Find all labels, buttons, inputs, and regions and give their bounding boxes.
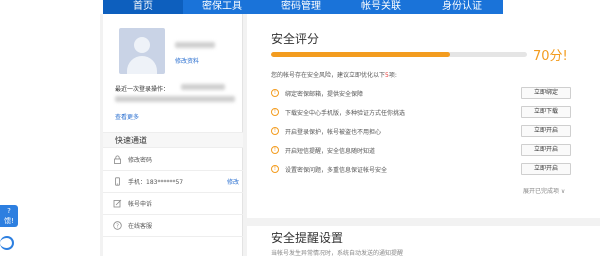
risk-intro-prefix: 您的帐号存在安全风险，建议立即优化以下 xyxy=(271,72,386,79)
risk-item-text: 下载安全中心手机版，多种验证方式任你挑选 xyxy=(285,109,406,117)
svg-text:?: ? xyxy=(116,223,119,229)
avatar-head-shape xyxy=(134,37,150,53)
sidebar: 修改资料 最近一次登录操作： 查看更多 快速通道 修改密码 手机：183****… xyxy=(103,14,243,256)
warning-icon: ! xyxy=(271,127,279,135)
quick-item-label: 在线客服 xyxy=(128,223,153,230)
enable-now-button[interactable]: 立即开启 xyxy=(521,125,571,137)
expand-completed-link[interactable]: 展开已完成项 ∨ xyxy=(523,186,565,195)
bind-now-button[interactable]: 立即绑定 xyxy=(521,87,571,99)
quick-item-change-password[interactable]: 修改密码 xyxy=(103,149,243,171)
warning-icon: ! xyxy=(271,108,279,116)
nav-item-identity[interactable]: 身份认证 xyxy=(421,0,503,14)
phone-icon xyxy=(113,177,122,186)
security-score-title: 安全评分 xyxy=(271,32,320,46)
top-navigation: 首页 密保工具 密码管理 帐号关联 身份认证 xyxy=(0,0,600,14)
nav-item-password[interactable]: 密码管理 xyxy=(261,0,341,14)
risk-item-login-protection: ! 开启登录保护，帐号被盗也不用担心 立即开启 xyxy=(271,124,571,138)
section-divider xyxy=(247,218,600,226)
nav-item-security-tools[interactable]: 密保工具 xyxy=(183,0,261,14)
warning-icon: ! xyxy=(271,89,279,97)
nav-bar: 首页 密保工具 密码管理 帐号关联 身份认证 xyxy=(103,0,503,14)
risk-item-text: 开启登录保护，帐号被盗也不用担心 xyxy=(285,128,382,136)
risk-intro-text: 您的帐号存在安全风险，建议立即优化以下5项: xyxy=(271,70,397,79)
risk-item-email: ! 绑定密保邮箱，提供安全保障 立即绑定 xyxy=(271,86,571,100)
enable-now-button[interactable]: 立即开启 xyxy=(521,163,571,175)
last-login-label: 最近一次登录操作： xyxy=(115,86,170,93)
modify-phone-link[interactable]: 修改 xyxy=(227,177,239,186)
warning-icon: ! xyxy=(271,146,279,154)
score-value: 70分! xyxy=(533,49,568,64)
help-icon: ? xyxy=(113,221,122,230)
quick-item-phone[interactable]: 手机：183******57 修改 xyxy=(103,171,243,193)
risk-item-text: 绑定密保邮箱，提供安全保障 xyxy=(285,90,364,98)
quick-item-online-service[interactable]: ? 在线客服 xyxy=(103,215,243,237)
quick-item-label: 手机：183******57 xyxy=(128,179,184,186)
quick-item-label: 帐号申诉 xyxy=(128,201,153,208)
avatar-body-shape xyxy=(127,56,157,74)
risk-item-mobile-app: ! 下载安全中心手机版，多种验证方式任你挑选 立即下载 xyxy=(271,105,571,119)
risk-intro-suffix: 项: xyxy=(388,72,397,79)
nav-item-home[interactable]: 首页 xyxy=(103,0,183,14)
edit-icon xyxy=(113,199,122,208)
feedback-float-button[interactable]: ? 馈! xyxy=(0,205,18,227)
quick-access-title: 快速通道 xyxy=(103,132,243,148)
risk-item-text: 设置密保问题，多重信息保证帐号安全 xyxy=(285,166,388,174)
quick-item-label: 修改密码 xyxy=(128,157,153,164)
view-more-link[interactable]: 查看更多 xyxy=(115,112,139,121)
main-panel: 安全评分 70分! 您的帐号存在安全风险，建议立即优化以下5项: ! 绑定密保邮… xyxy=(247,14,600,256)
risk-item-security-question: ! 设置密保问题，多重信息保证帐号安全 立即开启 xyxy=(271,162,571,176)
reminder-settings-title: 安全提醒设置 xyxy=(271,231,344,245)
float-circle-icon[interactable] xyxy=(0,236,14,250)
quick-item-appeal[interactable]: 帐号申诉 xyxy=(103,193,243,215)
download-now-button[interactable]: 立即下载 xyxy=(521,106,571,118)
enable-now-button[interactable]: 立即开启 xyxy=(521,144,571,156)
reminder-settings-desc: 当帐号发生异常情况时，系统自动发送的通知提醒 xyxy=(271,250,404,256)
risk-item-sms-alert: ! 开启短信提醒，安全信息随时知道 立即开启 xyxy=(271,143,571,157)
edit-profile-link[interactable]: 修改资料 xyxy=(175,56,199,65)
score-progress-fill xyxy=(271,52,451,57)
score-progress-bar xyxy=(271,52,527,57)
avatar[interactable] xyxy=(119,28,165,74)
nav-item-account-link[interactable]: 帐号关联 xyxy=(341,0,421,14)
last-login-obscured xyxy=(181,84,225,90)
lock-icon xyxy=(113,155,122,164)
login-detail-obscured xyxy=(115,96,235,102)
username-obscured xyxy=(175,42,215,48)
risk-item-text: 开启短信提醒，安全信息随时知道 xyxy=(285,147,376,155)
warning-icon: ! xyxy=(271,165,279,173)
